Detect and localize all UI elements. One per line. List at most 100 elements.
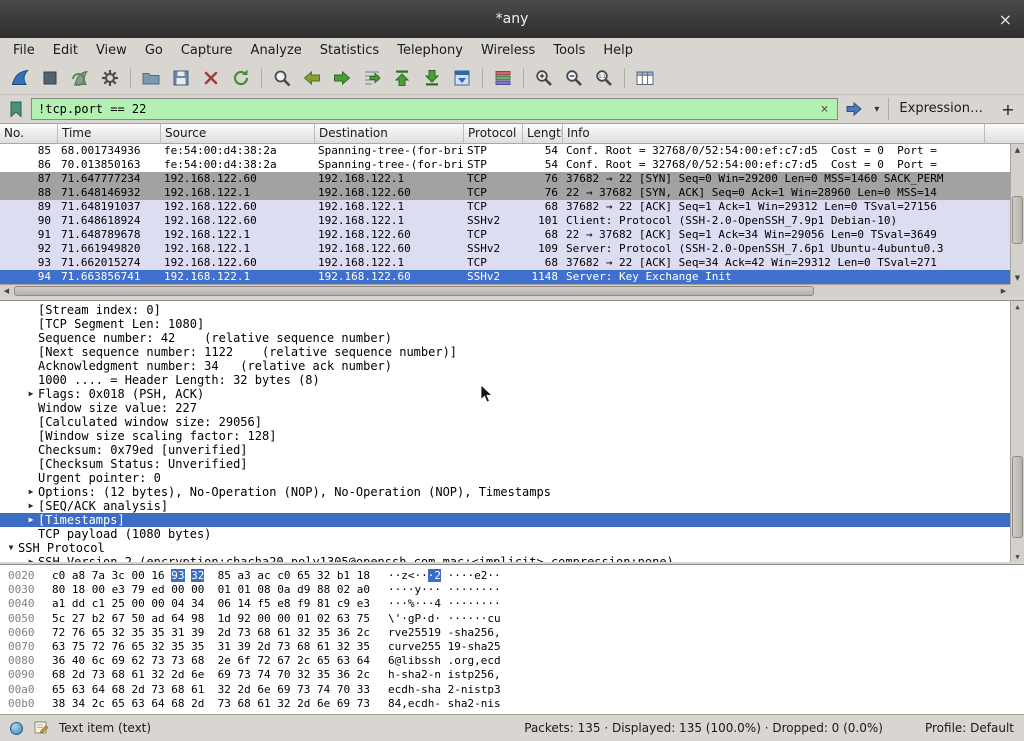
detail-line[interactable]: [Checksum Status: Unverified] (0, 457, 1010, 471)
menu-help[interactable]: Help (594, 41, 642, 60)
expander-collapsed-icon[interactable]: ▶ (24, 513, 38, 527)
detail-line[interactable]: ▶SSH Version 2 (encryption:chacha20-poly… (0, 555, 1010, 562)
detail-line[interactable]: Checksum: 0x79ed [unverified] (0, 443, 1010, 457)
display-filter-input[interactable]: !tcp.port == 22 × (31, 98, 838, 120)
menu-capture[interactable]: Capture (172, 41, 242, 60)
status-profile[interactable]: Profile: Default (925, 721, 1014, 735)
packet-row-91[interactable]: 9171.648789678192.168.122.1192.168.122.6… (0, 228, 1010, 242)
hex-row-0080[interactable]: 008036 40 6c 69 62 73 73 68 2e 6f 72 67 … (0, 654, 1024, 668)
expression-button[interactable]: Expression… (888, 98, 993, 120)
column-header-destination[interactable]: Destination (315, 124, 464, 144)
packet-row-92[interactable]: 9271.661949820192.168.122.1192.168.122.6… (0, 242, 1010, 256)
expander-collapsed-icon[interactable]: ▶ (24, 485, 38, 499)
detail-line[interactable]: [TCP Segment Len: 1080] (0, 317, 1010, 331)
restart-capture-icon[interactable] (66, 65, 94, 91)
hscroll-right-arrow-icon[interactable]: ▶ (997, 285, 1010, 297)
detail-line[interactable]: [Next sequence number: 1122 (relative se… (0, 345, 1010, 359)
stop-capture-icon[interactable] (36, 65, 64, 91)
resize-columns-icon[interactable] (631, 65, 659, 91)
filter-bookmark-icon[interactable] (4, 97, 28, 121)
open-file-icon[interactable] (137, 65, 165, 91)
go-to-packet-icon[interactable] (358, 65, 386, 91)
menu-go[interactable]: Go (136, 41, 172, 60)
menu-view[interactable]: View (87, 41, 136, 60)
detail-line[interactable]: Sequence number: 42 (relative sequence n… (0, 331, 1010, 345)
title-bar[interactable]: *any × (0, 0, 1024, 38)
find-packet-icon[interactable] (268, 65, 296, 91)
go-forward-icon[interactable] (328, 65, 356, 91)
detail-line[interactable]: Window size value: 227 (0, 401, 1010, 415)
menu-edit[interactable]: Edit (44, 41, 87, 60)
hex-row-0050[interactable]: 00505c 27 b2 67 50 ad 64 98 1d 92 00 00 … (0, 612, 1024, 626)
detail-line[interactable]: TCP payload (1080 bytes) (0, 527, 1010, 541)
hex-row-0060[interactable]: 006072 76 65 32 35 35 31 39 2d 73 68 61 … (0, 626, 1024, 640)
detail-line[interactable]: [Calculated window size: 29056] (0, 415, 1010, 429)
column-header-source[interactable]: Source (161, 124, 315, 144)
detail-line[interactable]: ▶[SEQ/ACK analysis] (0, 499, 1010, 513)
detail-line[interactable]: ▼SSH Protocol (0, 541, 1010, 555)
packet-row-87[interactable]: 8771.647777234192.168.122.60192.168.122.… (0, 172, 1010, 186)
packet-row-85[interactable]: 8568.001734936fe:54:00:d4:38:2aSpanning-… (0, 144, 1010, 158)
detail-line[interactable]: ▶[Timestamps] (0, 513, 1010, 527)
auto-scroll-icon[interactable] (448, 65, 476, 91)
capture-comment-icon[interactable] (33, 719, 49, 738)
packet-row-90[interactable]: 9071.648618924192.168.122.60192.168.122.… (0, 214, 1010, 228)
menu-wireless[interactable]: Wireless (472, 41, 544, 60)
reload-file-icon[interactable] (227, 65, 255, 91)
detail-line[interactable]: ▶Flags: 0x018 (PSH, ACK) (0, 387, 1010, 401)
go-back-icon[interactable] (298, 65, 326, 91)
zoom-original-icon[interactable]: 1:1 (590, 65, 618, 91)
hex-row-0040[interactable]: 0040a1 dd c1 25 00 00 04 34 06 14 f5 e8 … (0, 597, 1024, 611)
filter-apply-icon[interactable] (841, 97, 867, 121)
detail-line[interactable]: 1000 .... = Header Length: 32 bytes (8) (0, 373, 1010, 387)
expander-expanded-icon[interactable]: ▼ (4, 541, 18, 555)
column-header-time[interactable]: Time (58, 124, 161, 144)
menu-analyze[interactable]: Analyze (242, 41, 311, 60)
column-header-length[interactable]: Length (523, 124, 563, 144)
column-header-info[interactable]: Info (563, 124, 985, 144)
go-first-icon[interactable] (388, 65, 416, 91)
detail-line[interactable]: ▶Options: (12 bytes), No-Operation (NOP)… (0, 485, 1010, 499)
expander-collapsed-icon[interactable]: ▶ (24, 555, 38, 562)
save-file-icon[interactable] (167, 65, 195, 91)
close-window-button[interactable]: × (999, 0, 1012, 38)
capture-options-icon[interactable] (96, 65, 124, 91)
zoom-in-icon[interactable] (530, 65, 558, 91)
go-last-icon[interactable] (418, 65, 446, 91)
hex-row-0020[interactable]: 0020c0 a8 7a 3c 00 16 93 32 85 a3 ac c0 … (0, 569, 1024, 583)
add-filter-button[interactable]: + (996, 100, 1020, 119)
vscroll-thumb[interactable] (1012, 196, 1023, 244)
detail-line[interactable]: Acknowledgment number: 34 (relative ack … (0, 359, 1010, 373)
column-header-protocol[interactable]: Protocol (464, 124, 523, 144)
packet-row-86[interactable]: 8670.013850163fe:54:00:d4:38:2aSpanning-… (0, 158, 1010, 172)
hex-row-00a0[interactable]: 00a065 63 64 68 2d 73 68 61 32 2d 6e 69 … (0, 683, 1024, 697)
menu-file[interactable]: File (4, 41, 44, 60)
filter-dropdown-caret[interactable]: ▾ (870, 104, 883, 115)
menu-telephony[interactable]: Telephony (388, 41, 472, 60)
detail-line[interactable]: [Window size scaling factor: 128] (0, 429, 1010, 443)
menu-tools[interactable]: Tools (544, 41, 594, 60)
column-header-no[interactable]: No. (0, 124, 58, 144)
hex-row-00b0[interactable]: 00b038 34 2c 65 63 64 68 2d 73 68 61 32 … (0, 697, 1024, 711)
colorize-icon[interactable] (489, 65, 517, 91)
vscroll-up-arrow-icon[interactable]: ▲ (1011, 144, 1024, 156)
packet-list-hscrollbar[interactable]: ◀ ▶ (0, 284, 1010, 297)
expander-collapsed-icon[interactable]: ▶ (24, 499, 38, 513)
detail-line[interactable]: [Stream index: 0] (0, 303, 1010, 317)
expander-collapsed-icon[interactable]: ▶ (24, 387, 38, 401)
start-capture-icon[interactable] (6, 65, 34, 91)
menu-statistics[interactable]: Statistics (311, 41, 388, 60)
details-vscroll-down-arrow-icon[interactable]: ▼ (1011, 551, 1024, 562)
zoom-out-icon[interactable] (560, 65, 588, 91)
vscroll-down-arrow-icon[interactable]: ▼ (1011, 272, 1024, 284)
hex-row-0030[interactable]: 003080 18 00 e3 79 ed 00 00 01 01 08 0a … (0, 583, 1024, 597)
expert-info-icon[interactable] (10, 722, 23, 735)
hex-row-0090[interactable]: 009068 2d 73 68 61 32 2d 6e 69 73 74 70 … (0, 668, 1024, 682)
details-vscroll-thumb[interactable] (1012, 456, 1023, 538)
filter-clear-icon[interactable]: × (818, 102, 832, 117)
packet-list-vscrollbar[interactable]: ▲ ▼ (1010, 144, 1024, 284)
packet-row-93[interactable]: 9371.662015274192.168.122.60192.168.122.… (0, 256, 1010, 270)
hscroll-thumb[interactable] (14, 286, 814, 296)
details-vscroll-up-arrow-icon[interactable]: ▲ (1011, 301, 1024, 313)
packet-row-94[interactable]: 9471.663856741192.168.122.1192.168.122.6… (0, 270, 1010, 284)
